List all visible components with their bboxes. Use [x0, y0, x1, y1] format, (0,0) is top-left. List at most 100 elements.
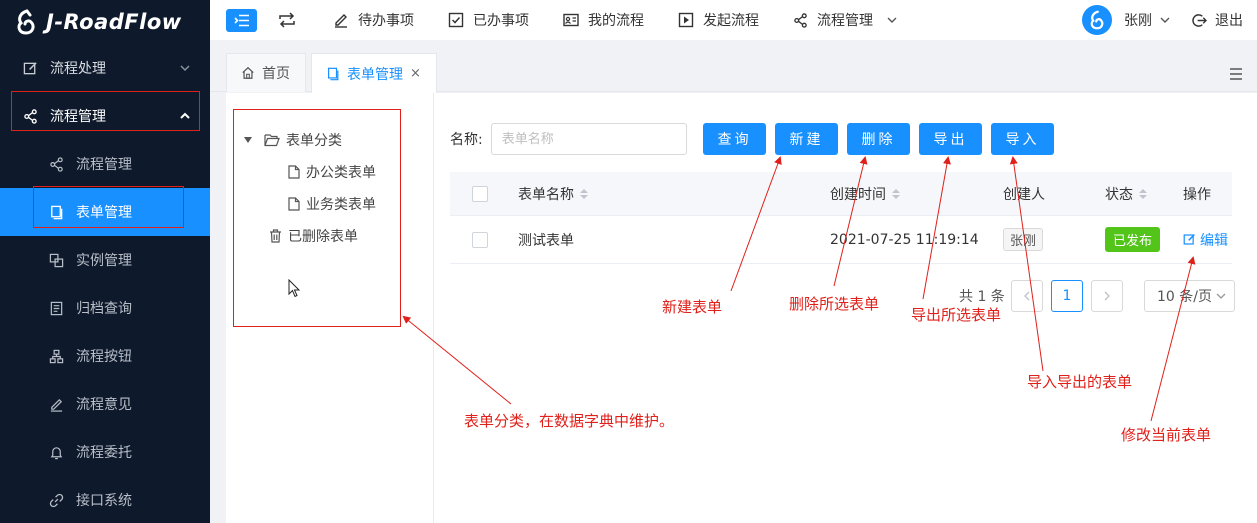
tree-node-office-forms[interactable]: 办公类表单: [288, 162, 376, 182]
menu-icon[interactable]: [1229, 68, 1243, 80]
nav-my-flows[interactable]: 我的流程: [563, 10, 644, 30]
row-checkbox[interactable]: [472, 231, 488, 248]
nav-label: 我的流程: [588, 13, 644, 29]
edit-icon: [1183, 234, 1195, 245]
logo-icon: [17, 9, 35, 35]
table-header: 表单名称 创建时间 创建人 状态 操作: [450, 172, 1232, 216]
share-icon: [22, 108, 38, 124]
pager-total: 共 1 条: [959, 289, 1005, 305]
delete-button[interactable]: 删除: [847, 123, 910, 155]
trash-icon: [270, 229, 281, 243]
import-button[interactable]: 导入: [991, 123, 1054, 155]
sort-icon: [892, 188, 900, 199]
tab-home[interactable]: 首页: [226, 53, 306, 92]
nav-label: 流程管理: [817, 13, 873, 29]
chevron-down-icon[interactable]: [885, 13, 899, 27]
column-header-action: 操作: [1183, 184, 1211, 204]
annotation-import: 导入导出的表单: [1027, 373, 1133, 391]
top-header: 待办事项 已办事项 我的流程 发起流程 流程管理 张刚 退出: [210, 0, 1257, 40]
chevron-down-icon: [1160, 17, 1170, 23]
next-page-button[interactable]: [1091, 280, 1123, 312]
search-form: 名称:: [450, 123, 687, 155]
pen-icon: [48, 396, 64, 412]
sidebar-item-label: 流程按钮: [76, 349, 132, 365]
column-label: 状态: [1105, 186, 1133, 203]
sidebar-item-flow-delegation[interactable]: 流程委托: [0, 428, 210, 476]
sidebar-item-label: 流程委托: [76, 445, 132, 461]
column-header-name[interactable]: 表单名称: [518, 184, 588, 204]
create-button[interactable]: 新建: [775, 123, 838, 155]
card-icon: [563, 13, 579, 27]
page-size-select[interactable]: 10 条/页: [1144, 280, 1235, 312]
column-label: 创建时间: [830, 186, 886, 203]
column-label: 创建人: [1003, 186, 1045, 203]
annotation-edit: 修改当前表单: [1121, 426, 1212, 444]
chevron-down-icon: [180, 65, 190, 72]
sidebar-item-flow-opinions[interactable]: 流程意见: [0, 380, 210, 428]
search-label: 名称:: [450, 132, 483, 148]
edit-link[interactable]: 编辑: [1183, 230, 1228, 250]
prev-page-button[interactable]: [1011, 280, 1043, 312]
logo: J-RoadFlow: [0, 0, 210, 44]
sidebar-item-process-management[interactable]: 流程管理: [0, 92, 210, 140]
swap-icon: [279, 12, 295, 28]
nav-todo[interactable]: 待办事项: [333, 10, 414, 30]
layers-icon: [48, 252, 64, 268]
tab-form-management[interactable]: 表单管理 ×: [311, 53, 437, 93]
column-label: 表单名称: [518, 186, 574, 203]
page-size-value: 10 条/页: [1157, 289, 1212, 305]
sidebar-item-label: 表单管理: [76, 205, 132, 221]
switch-button[interactable]: [277, 10, 297, 30]
tree-node-label: 办公类表单: [306, 165, 376, 181]
form-table: 表单名称 创建时间 创建人 状态 操作 测试表单 2021-07-25 11:1…: [450, 172, 1232, 264]
sidebar-item-flow-management[interactable]: 流程管理: [0, 140, 210, 188]
annotation-tree: 表单分类，在数据字典中维护。: [464, 412, 675, 430]
caret-down-icon: [244, 137, 252, 143]
sidebar-item-process-handling[interactable]: 流程处理: [0, 44, 210, 92]
copy-icon: [328, 67, 339, 80]
query-button[interactable]: 查询: [703, 123, 766, 155]
play-icon: [678, 12, 694, 28]
file-icon: [288, 197, 300, 211]
column-header-created[interactable]: 创建时间: [830, 184, 900, 204]
tree-node-root[interactable]: 表单分类: [244, 130, 342, 150]
tree-node-label: 表单分类: [286, 133, 342, 149]
nav-done[interactable]: 已办事项: [448, 10, 529, 30]
column-header-status[interactable]: 状态: [1105, 184, 1147, 204]
tree-node-label: 已删除表单: [288, 229, 358, 245]
tab-bar: 首页 表单管理 ×: [210, 40, 1257, 93]
annotation-delete: 删除所选表单: [789, 295, 880, 313]
tab-label: 表单管理: [347, 66, 403, 83]
sidebar-item-flow-buttons[interactable]: 流程按钮: [0, 332, 210, 380]
collapse-menu-button[interactable]: [226, 8, 257, 32]
sidebar-item-interface-system[interactable]: 接口系统: [0, 476, 210, 523]
sidebar-item-form-management[interactable]: 表单管理: [0, 188, 210, 236]
folder-open-icon: [264, 134, 280, 147]
tree-node-business-forms[interactable]: 业务类表单: [288, 194, 376, 214]
search-input[interactable]: [490, 123, 687, 155]
sidebar-item-archive-query[interactable]: 归档查询: [0, 284, 210, 332]
logout-button[interactable]: 退出: [1192, 10, 1243, 30]
user-menu[interactable]: 张刚: [1124, 10, 1172, 30]
sidebar-item-instance-management[interactable]: 实例管理: [0, 236, 210, 284]
select-all-checkbox[interactable]: [472, 185, 488, 202]
app-root: J-RoadFlow 流程处理 流程管理 流程管理 表单管理 实例管理 归档查询…: [0, 0, 1257, 523]
share-icon: [48, 156, 64, 172]
sidebar-item-label: 流程意见: [76, 397, 132, 413]
export-button[interactable]: 导出: [919, 123, 982, 155]
nav-flow-management[interactable]: 流程管理: [793, 10, 873, 30]
user-name: 张刚: [1124, 13, 1152, 29]
page-number[interactable]: 1: [1051, 280, 1083, 312]
checkbox-icon: [448, 12, 464, 28]
chevron-left-icon: [1024, 291, 1030, 301]
tree-node-deleted-forms[interactable]: 已删除表单: [269, 226, 358, 246]
nav-label: 待办事项: [358, 13, 414, 29]
avatar[interactable]: [1082, 5, 1112, 35]
chevron-right-icon: [1104, 291, 1110, 301]
cell-creator: 张刚: [1003, 228, 1044, 251]
user-area: 张刚 退出: [1082, 0, 1243, 40]
annotation-export: 导出所选表单: [911, 306, 1002, 324]
nav-start-flow[interactable]: 发起流程: [678, 10, 759, 30]
sort-icon: [1139, 188, 1147, 199]
close-icon[interactable]: ×: [410, 66, 421, 81]
